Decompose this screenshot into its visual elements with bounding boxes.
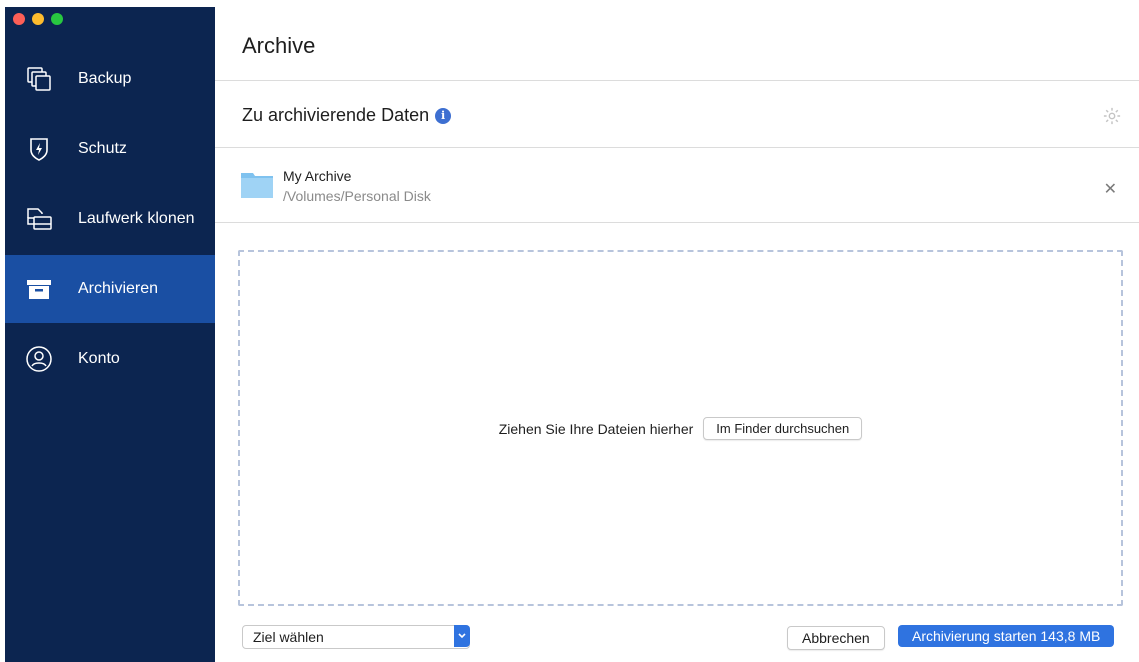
sidebar-item-schutz[interactable]: Schutz — [5, 115, 215, 183]
archive-path: /Volumes/Personal Disk — [283, 188, 431, 204]
account-icon — [26, 346, 52, 372]
zoom-window-button[interactable] — [51, 13, 63, 25]
archive-box-icon — [27, 280, 51, 299]
sidebar-item-label: Laufwerk klonen — [78, 210, 195, 227]
drop-instruction: Ziehen Sie Ihre Dateien hierher — [498, 420, 694, 437]
start-archive-button[interactable]: Archivierung starten 143,8 MB — [898, 625, 1115, 647]
sidebar-item-konto[interactable]: Konto — [5, 325, 215, 393]
chevron-down-icon[interactable] — [454, 625, 470, 647]
drop-zone-content: Ziehen Sie Ihre Dateien hierher Im Finde… — [240, 417, 1121, 440]
sidebar: Backup Schutz Laufwerk klonen Archiviere… — [5, 7, 215, 662]
divider — [215, 147, 1139, 148]
info-icon[interactable]: i — [435, 107, 452, 124]
gear-icon[interactable] — [1103, 107, 1121, 125]
section-title: Zu archivierende Daten — [242, 105, 430, 125]
app-window: Backup Schutz Laufwerk klonen Archiviere… — [5, 7, 1139, 662]
folder-icon — [241, 173, 273, 198]
sidebar-item-backup[interactable]: Backup — [5, 45, 215, 113]
close-window-button[interactable] — [13, 13, 25, 25]
cancel-button[interactable]: Abbrechen — [787, 626, 885, 650]
target-select[interactable]: Ziel wählen — [242, 625, 470, 649]
sidebar-item-label: Archivieren — [78, 280, 159, 297]
disk-clone-icon — [27, 208, 52, 230]
remove-archive-icon[interactable]: ✕ — [1104, 179, 1117, 199]
sidebar-item-label: Backup — [78, 70, 132, 87]
backup-icon — [27, 67, 51, 91]
divider — [215, 80, 1139, 81]
archive-name: My Archive — [283, 168, 352, 184]
target-select-value: Ziel wählen — [253, 629, 324, 645]
page-title: Archive — [242, 33, 316, 58]
file-drop-zone[interactable]: Ziehen Sie Ihre Dateien hierher Im Finde… — [238, 250, 1123, 606]
divider — [215, 222, 1139, 223]
minimize-window-button[interactable] — [32, 13, 44, 25]
sidebar-item-archivieren[interactable]: Archivieren — [5, 255, 215, 323]
browse-finder-button[interactable]: Im Finder durchsuchen — [703, 417, 863, 440]
traffic-lights — [13, 13, 63, 25]
main-panel: Archive Zu archivierende Daten i My Arch… — [215, 7, 1139, 662]
shield-icon — [30, 138, 48, 161]
sidebar-item-label: Schutz — [78, 140, 127, 157]
section-header: Zu archivierende Daten i — [242, 105, 452, 126]
sidebar-item-laufwerk-klonen[interactable]: Laufwerk klonen — [5, 185, 215, 253]
sidebar-item-label: Konto — [78, 350, 120, 367]
